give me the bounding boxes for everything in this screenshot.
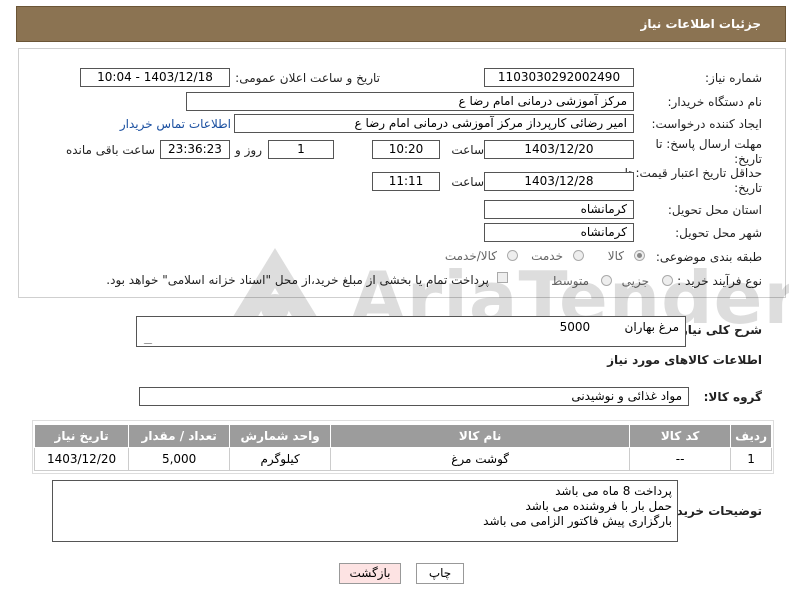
back-button[interactable]: بازگشت bbox=[339, 563, 401, 584]
province-field: کرمانشاه bbox=[484, 200, 634, 219]
need-number-field: 1103030292002490 bbox=[484, 68, 634, 87]
buyer-note-line: پرداخت 8 ماه می باشد bbox=[555, 484, 672, 498]
goods-group-field: مواد غذائی و نوشیدنی bbox=[139, 387, 689, 406]
category-radio-service[interactable] bbox=[573, 250, 584, 261]
process-radio-minor[interactable] bbox=[662, 275, 673, 286]
goods-info-title: اطلاعات کالاهای مورد نیاز bbox=[607, 353, 762, 367]
days-remaining-field: 1 bbox=[268, 140, 334, 159]
col-row-number: ردیف bbox=[730, 424, 772, 448]
page-header: جزئیات اطلاعات نیاز bbox=[16, 6, 786, 42]
process-label: نوع فرآیند خرید : bbox=[677, 274, 762, 288]
city-field: کرمانشاه bbox=[484, 223, 634, 242]
process-option-medium: متوسط bbox=[551, 274, 589, 288]
buyer-org-label: نام دستگاه خریدار: bbox=[667, 95, 763, 109]
summary-textarea[interactable]: مرغ بهاران 5000 bbox=[135, 316, 686, 347]
summary-text: مرغ بهاران 5000 bbox=[559, 320, 679, 334]
validity-label: حداقل تاریخ اعتبار قیمت: تا تاریخ: bbox=[624, 166, 762, 195]
remaining-time-field: 23:36:23 bbox=[160, 140, 230, 159]
validity-time-field: 11:11 bbox=[372, 172, 440, 191]
cell-need-date: 1403/12/20 bbox=[33, 447, 130, 471]
category-option-goods-service: کالا/خدمت bbox=[444, 249, 497, 263]
table-header-row: ردیف کد کالا نام کالا واحد شمارش تعداد /… bbox=[33, 424, 772, 448]
need-number-label: شماره نیاز: bbox=[705, 71, 762, 85]
category-radio-goods[interactable] bbox=[634, 250, 645, 261]
city-label: شهر محل تحویل: bbox=[675, 226, 762, 240]
days-label: روز و bbox=[235, 143, 262, 157]
col-item-code: کد کالا bbox=[629, 424, 732, 448]
contact-info-link[interactable]: اطلاعات تماس خریدار bbox=[120, 117, 231, 131]
province-label: استان محل تحویل: bbox=[667, 203, 762, 217]
buyer-note-line: بارگزاری پیش فاکتور الزامی می باشد bbox=[483, 514, 672, 528]
remaining-time-label: ساعت باقی مانده bbox=[65, 143, 155, 157]
buyer-org-field: مرکز آموزشی درمانی امام رضا ع bbox=[186, 92, 634, 111]
print-button[interactable]: چاپ bbox=[416, 563, 464, 584]
cell-quantity: 5,000 bbox=[128, 447, 231, 471]
summary-label: شرح کلی نیاز: bbox=[676, 323, 762, 337]
cell-item-code: -- bbox=[629, 447, 732, 471]
resize-grip-icon[interactable] bbox=[135, 335, 153, 344]
items-table: ردیف کد کالا نام کالا واحد شمارش تعداد /… bbox=[33, 424, 772, 471]
validity-time-label: ساعت bbox=[451, 175, 484, 189]
deadline-time-field: 10:20 bbox=[372, 140, 440, 159]
announce-field: 1403/12/18 - 10:04 bbox=[80, 68, 230, 87]
deadline-label: مهلت ارسال پاسخ: تا تاریخ: bbox=[655, 137, 762, 166]
treasury-payment-checkbox[interactable] bbox=[497, 272, 508, 283]
category-label: طبقه بندی موضوعی: bbox=[655, 250, 762, 264]
col-need-date: تاریخ نیاز bbox=[33, 424, 130, 448]
deadline-time-label: ساعت bbox=[451, 143, 484, 157]
validity-date-field: 1403/12/28 bbox=[484, 172, 634, 191]
goods-group-label: گروه کالا: bbox=[703, 390, 762, 404]
process-option-minor: جزیی bbox=[621, 274, 649, 288]
announce-label: تاریخ و ساعت اعلان عمومی: bbox=[235, 71, 380, 85]
process-radio-medium[interactable] bbox=[601, 275, 612, 286]
treasury-payment-note: پرداخت تمام یا بخشی از مبلغ خرید،از محل … bbox=[106, 273, 489, 287]
category-option-goods: کالا bbox=[607, 249, 624, 263]
col-quantity: تعداد / مقدار bbox=[128, 424, 231, 448]
cell-unit: کیلوگرم bbox=[229, 447, 332, 471]
col-unit: واحد شمارش bbox=[229, 424, 332, 448]
buyer-notes-textarea[interactable]: پرداخت 8 ماه می باشد حمل بار با فروشنده … bbox=[52, 480, 678, 542]
category-option-service: خدمت bbox=[531, 249, 563, 263]
buyer-note-line: حمل بار با فروشنده می باشد bbox=[525, 499, 673, 513]
table-row: 1 -- گوشت مرغ کیلوگرم 5,000 1403/12/20 bbox=[33, 447, 772, 471]
category-radio-goods-service[interactable] bbox=[507, 250, 518, 261]
deadline-date-field: 1403/12/20 bbox=[484, 140, 634, 159]
col-item-name: نام کالا bbox=[330, 424, 631, 448]
requester-field: امیر رضائی کارپرداز مرکز آموزشی درمانی ا… bbox=[234, 114, 634, 133]
page-title: جزئیات اطلاعات نیاز bbox=[640, 17, 761, 31]
cell-row-number: 1 bbox=[730, 447, 772, 471]
cell-item-name: گوشت مرغ bbox=[330, 447, 631, 471]
requester-label: ایجاد کننده درخواست: bbox=[651, 117, 762, 131]
